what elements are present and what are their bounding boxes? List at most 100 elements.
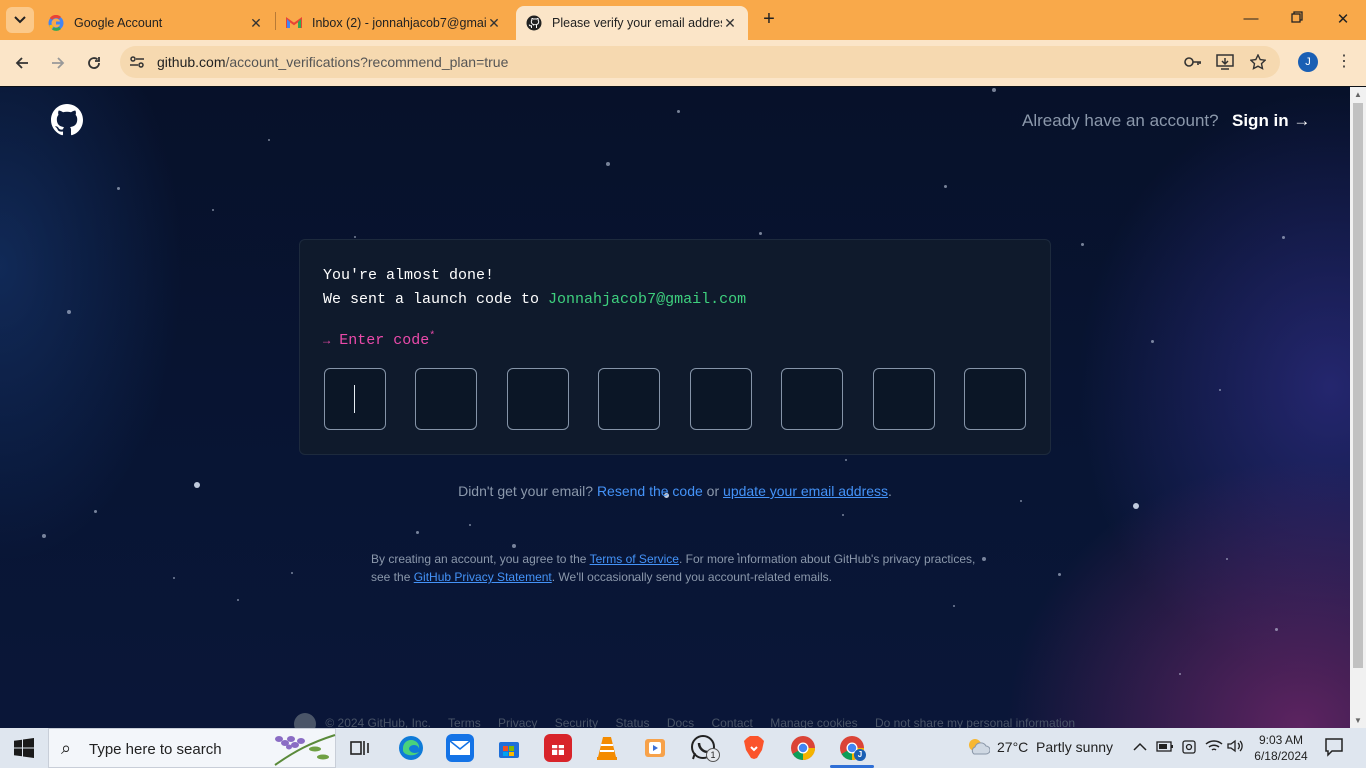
background-star [94, 510, 97, 513]
required-asterisk: * [429, 331, 436, 342]
weather-icon[interactable] [966, 736, 991, 761]
close-tab-icon[interactable]: ✕ [486, 15, 502, 32]
vlc-player-icon[interactable] [593, 734, 621, 762]
legal-text-3: . We'll occasionally send you account-re… [551, 570, 832, 584]
background-star [845, 459, 847, 461]
footer-link-terms[interactable]: Terms [448, 716, 481, 728]
restore-icon[interactable] [1287, 10, 1307, 27]
background-star [117, 187, 120, 190]
tab-verify-email[interactable]: Please verify your email address ✕ [516, 6, 748, 40]
volume-icon[interactable] [1227, 739, 1243, 756]
scroll-up-icon[interactable]: ▲ [1354, 90, 1362, 99]
background-star [469, 524, 471, 526]
github-footer-logo-icon[interactable] [294, 713, 316, 728]
tab-title: Inbox (2) - jonnahjacob7@gmail.com [312, 16, 486, 30]
arrow-right-icon: → [323, 334, 331, 348]
footer-link-docs[interactable]: Docs [667, 716, 694, 728]
gift-app-icon[interactable] [544, 734, 572, 762]
tab-search-button[interactable] [6, 7, 34, 33]
background-star [1058, 573, 1061, 576]
chevron-up-icon[interactable] [1133, 739, 1147, 755]
brave-browser-icon[interactable] [740, 734, 768, 762]
reload-icon[interactable] [83, 52, 105, 74]
bookmark-star-icon[interactable] [1249, 53, 1267, 71]
chrome-profile-icon[interactable]: J [838, 734, 866, 762]
github-logo-icon[interactable] [51, 104, 83, 136]
background-star [953, 605, 955, 607]
scrollbar-thumb[interactable] [1353, 103, 1363, 668]
wifi-icon[interactable] [1205, 739, 1223, 756]
code-digit-input-1[interactable] [324, 368, 386, 430]
update-email-link[interactable]: update your email address [723, 483, 888, 499]
forward-icon[interactable] [47, 52, 69, 74]
lavender-search-highlight-icon [274, 734, 336, 766]
sign-in-link[interactable]: Sign in → [1232, 111, 1310, 131]
whatsapp-icon[interactable]: 1 [690, 734, 720, 762]
media-player-icon[interactable] [641, 734, 669, 762]
code-digit-input-8[interactable] [964, 368, 1026, 430]
edge-browser-icon[interactable] [397, 734, 425, 762]
address-bar[interactable]: github.com/account_verifications?recomme… [120, 46, 1280, 78]
minimize-icon[interactable]: — [1241, 10, 1261, 27]
background-star [67, 310, 71, 314]
site-info-icon[interactable] [128, 53, 146, 71]
meet-now-icon[interactable] [1181, 739, 1197, 758]
footer-link-contact[interactable]: Contact [712, 716, 753, 728]
weather-temperature[interactable]: 27°C [997, 739, 1028, 755]
resend-code-link[interactable]: Resend the code [597, 483, 703, 499]
clock-date: 6/18/2024 [1254, 749, 1308, 763]
windows-start-icon[interactable] [14, 738, 34, 758]
taskbar-search-box[interactable]: ⌕ Type here to search [48, 728, 336, 768]
background-star [759, 232, 762, 235]
chrome-profile-badge: J [854, 749, 866, 761]
background-star [268, 139, 270, 141]
chrome-icon[interactable] [789, 734, 817, 762]
code-digit-input-4[interactable] [598, 368, 660, 430]
code-digit-input-6[interactable] [781, 368, 843, 430]
background-star [1081, 243, 1084, 246]
gmail-icon [286, 15, 302, 31]
footer-link-status[interactable]: Status [615, 716, 649, 728]
weather-description[interactable]: Partly sunny [1036, 739, 1113, 755]
terms-of-service-link[interactable]: Terms of Service [590, 552, 679, 566]
footer-link-do-not-share[interactable]: Do not share my personal information [875, 716, 1075, 728]
mail-app-icon[interactable] [446, 734, 474, 762]
background-star [606, 162, 610, 166]
code-digit-input-7[interactable] [873, 368, 935, 430]
install-app-icon[interactable] [1216, 53, 1234, 71]
background-star [512, 544, 516, 548]
more-menu-icon[interactable]: ⋮ [1336, 52, 1352, 74]
system-clock[interactable]: 9:03 AM 6/18/2024 [1246, 732, 1316, 764]
tab-title: Google Account [74, 16, 163, 30]
notifications-icon[interactable] [1324, 737, 1344, 760]
resend-suffix: . [888, 483, 892, 499]
microsoft-store-icon[interactable] [495, 734, 523, 762]
profile-avatar[interactable]: J [1298, 52, 1318, 72]
new-tab-button[interactable]: + [758, 9, 780, 31]
github-verification-page: Already have an account? Sign in → You'r… [0, 87, 1350, 728]
page-footer: © 2024 GitHub, Inc. Terms Privacy Securi… [294, 713, 1089, 728]
scroll-down-icon[interactable]: ▼ [1354, 716, 1362, 725]
code-digit-input-2[interactable] [415, 368, 477, 430]
code-digit-input-5[interactable] [690, 368, 752, 430]
task-view-icon[interactable] [346, 734, 374, 762]
footer-link-security[interactable]: Security [555, 716, 598, 728]
tab-google-account[interactable]: Google Account ✕ [38, 6, 274, 40]
tab-gmail-inbox[interactable]: Inbox (2) - jonnahjacob7@gmail.com ✕ [276, 6, 512, 40]
back-icon[interactable] [11, 52, 33, 74]
footer-link-manage-cookies[interactable]: Manage cookies [770, 716, 857, 728]
password-key-icon[interactable] [1184, 53, 1202, 71]
code-digit-input-3[interactable] [507, 368, 569, 430]
footer-link-privacy[interactable]: Privacy [498, 716, 537, 728]
background-star [1179, 673, 1181, 675]
battery-icon[interactable] [1156, 739, 1174, 756]
launch-code-prefix: We sent a launch code to [323, 291, 549, 308]
page-scrollbar[interactable]: ▲ ▼ [1350, 87, 1366, 728]
close-tab-icon[interactable]: ✕ [248, 15, 264, 32]
close-tab-icon[interactable]: ✕ [722, 15, 738, 32]
url-text[interactable]: github.com/account_verifications?recomme… [157, 54, 508, 70]
privacy-statement-link[interactable]: GitHub Privacy Statement [414, 570, 552, 584]
background-star [416, 531, 419, 534]
taskbar-search-placeholder: Type here to search [89, 741, 222, 758]
close-window-icon[interactable]: ✕ [1333, 10, 1353, 28]
